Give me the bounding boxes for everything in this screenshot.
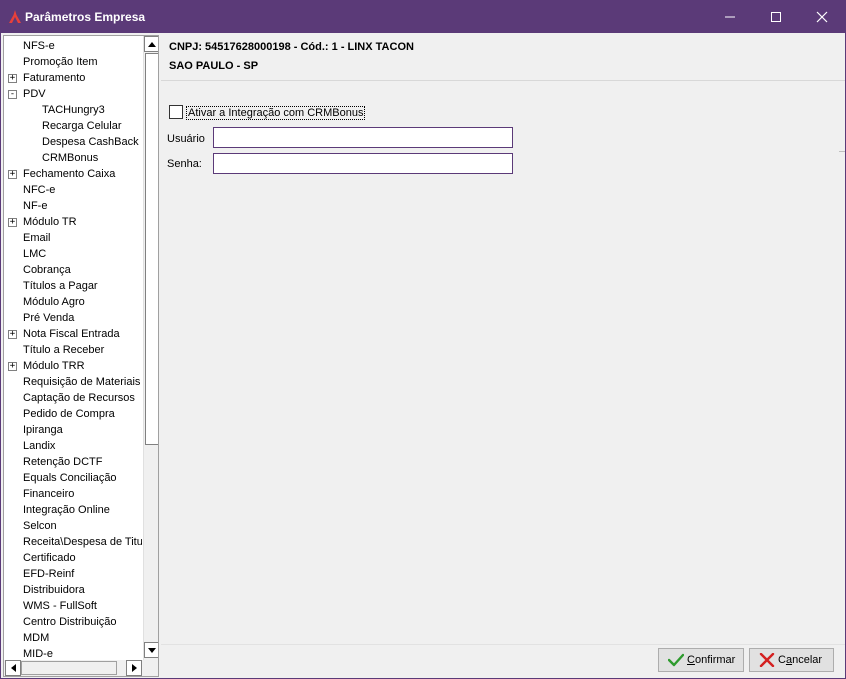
collapse-icon[interactable]: - [8,90,17,99]
tree-item[interactable]: Títulos a Pagar [23,278,98,294]
tree-item[interactable]: TACHungry3 [42,102,105,118]
cancel-button[interactable]: Cancelar [749,648,834,672]
horizontal-scroll-thumb[interactable] [21,661,117,675]
scroll-left-button[interactable] [5,660,21,676]
tree-item[interactable]: PDV [23,86,46,102]
minimize-button[interactable] [707,1,753,33]
scroll-right-button[interactable] [126,660,142,676]
tree-item[interactable]: Certificado [23,550,76,566]
tree-item[interactable]: NFC-e [23,182,55,198]
tree-item[interactable]: Captação de Recursos [23,390,135,406]
close-button[interactable] [799,1,845,33]
expand-icon[interactable]: + [8,330,17,339]
triangle-right-icon [131,664,137,672]
senha-input[interactable] [213,153,513,174]
maximize-icon [771,12,781,22]
minimize-icon [725,16,735,18]
tree-item[interactable]: Promoção Item [23,54,98,70]
tree-item[interactable]: Módulo Agro [23,294,85,310]
checkmark-icon [668,653,684,667]
company-info: CNPJ: 54517628000198 - Cód.: 1 - LINX TA… [169,41,414,53]
tree-item[interactable]: Cobrança [23,262,71,278]
tree-list[interactable]: NFS-e Promoção Item + Faturamento - PDV TACHun… [4,36,142,660]
tree-item[interactable]: Fechamento Caixa [23,166,115,182]
scrollbar-corner [143,660,158,676]
maximize-button[interactable] [753,1,799,33]
tree-item[interactable]: Centro Distribuição [23,614,117,630]
app-logo-icon [9,10,21,23]
tree-item[interactable]: Retenção DCTF [23,454,102,470]
red-x-icon [759,653,775,667]
tree-item[interactable]: NFS-e [23,38,55,54]
expand-icon[interactable]: + [8,362,17,371]
triangle-left-icon [10,664,16,672]
tree-item[interactable]: Faturamento [23,70,85,86]
scroll-thumb[interactable] [145,53,158,445]
parameters-tree[interactable]: NFS-e Promoção Item + Faturamento - PDV TACHun… [3,35,159,677]
expand-icon[interactable]: + [8,218,17,227]
tree-item[interactable]: Integração Online [23,502,110,518]
tree-item[interactable]: Receita\Despesa de Titul [23,534,142,550]
cancel-label: Cancelar [778,654,823,666]
scroll-down-button[interactable] [144,642,158,658]
senha-label: Senha: [167,158,202,170]
tree-item[interactable]: Pré Venda [23,310,74,326]
tree-item[interactable]: Financeiro [23,486,74,502]
tree-item[interactable]: MDM [23,630,49,646]
tree-item[interactable]: Distribuidora [23,582,85,598]
company-location: SAO PAULO - SP [169,60,259,72]
tree-item[interactable]: Landix [23,438,55,454]
tree-item[interactable]: Selcon [23,518,57,534]
panel-edge-mark [839,151,845,152]
tree-item[interactable]: Recarga Celular [42,118,121,134]
tree-item[interactable]: Despesa CashBack [42,134,139,150]
tree-item[interactable]: LMC [23,246,46,262]
crmbonus-integration-label[interactable]: Ativar a Integração com CRMBonus [186,106,366,120]
expand-icon[interactable]: + [8,74,17,83]
tree-item[interactable]: EFD-Reinf [23,566,74,582]
triangle-down-icon [148,647,156,653]
tree-item[interactable]: Pedido de Compra [23,406,115,422]
crmbonus-integration-checkbox[interactable] [169,105,183,119]
confirm-label: Confirmar [687,654,736,666]
close-icon [816,11,828,23]
tree-horizontal-scrollbar[interactable] [4,660,143,676]
tree-item[interactable]: Título a Receber [23,342,104,358]
tree-item[interactable]: CRMBonus [42,150,98,166]
title-bar[interactable]: Parâmetros Empresa [1,1,845,33]
usuario-input[interactable] [213,127,513,148]
tree-item[interactable]: WMS - FullSoft [23,598,97,614]
tree-item[interactable]: Email [23,230,51,246]
usuario-label: Usuário [167,133,205,145]
tree-item[interactable]: MID-e [23,646,53,660]
window-title: Parâmetros Empresa [25,10,146,24]
expand-icon[interactable]: + [8,170,17,179]
confirm-button[interactable]: Confirmar [658,648,744,672]
tree-item[interactable]: Requisição de Materiais [23,374,140,390]
tree-vertical-scrollbar[interactable] [143,36,158,660]
tree-item[interactable]: Módulo TR [23,214,77,230]
tree-item[interactable]: Nota Fiscal Entrada [23,326,120,342]
scroll-up-button[interactable] [144,36,158,52]
footer-divider [161,644,845,645]
parametros-empresa-window: Parâmetros Empresa NFS-e Promoção Item + Fa… [0,0,846,679]
tree-item[interactable]: Módulo TRR [23,358,85,374]
tree-item[interactable]: NF-e [23,198,47,214]
crmbonus-settings-panel: Ativar a Integração com CRMBonus Usuário… [161,82,845,644]
tree-item[interactable]: Equals Conciliação [23,470,117,486]
triangle-up-icon [148,41,156,47]
tree-item[interactable]: Ipiranga [23,422,63,438]
company-header: CNPJ: 54517628000198 - Cód.: 1 - LINX TA… [161,35,845,81]
